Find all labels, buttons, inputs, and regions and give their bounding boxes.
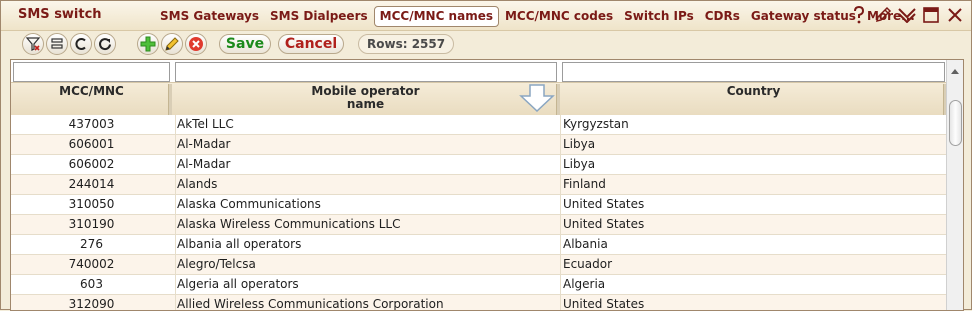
table-row[interactable]: 276 Albania all operators Albania xyxy=(11,235,947,255)
cell-operator: Alaska Wireless Communications LLC xyxy=(175,215,558,234)
cell-operator: Alegro/Telcsa xyxy=(175,255,558,274)
cell-country: Libya xyxy=(560,135,947,154)
edit-tools xyxy=(137,33,207,55)
view-tools xyxy=(22,33,116,55)
filter-row xyxy=(11,60,947,83)
cell-operator: Allied Wireless Communications Corporati… xyxy=(175,295,558,310)
cell-code: 606002 xyxy=(68,157,115,171)
tab-mcc-mnc-names[interactable]: MCC/MNC names xyxy=(373,6,499,27)
vertical-scrollbar[interactable] xyxy=(946,60,963,310)
grid-header: MCC/MNC Mobile operator name Country xyxy=(11,82,947,116)
table-row[interactable]: 603 Algeria all operators Algeria xyxy=(11,275,947,295)
table-row[interactable]: 310190 Alaska Wireless Communications LL… xyxy=(11,215,947,235)
save-button[interactable]: Save xyxy=(219,34,271,54)
cell-country: Libya xyxy=(560,155,947,174)
refresh-c-icon[interactable] xyxy=(70,33,92,55)
cell-code: 437003 xyxy=(68,117,115,131)
cell-country: United States xyxy=(560,195,947,214)
cell-code: 606001 xyxy=(68,137,115,151)
add-icon[interactable] xyxy=(137,33,159,55)
edit-pencil-icon[interactable] xyxy=(873,5,893,25)
columns-icon[interactable] xyxy=(46,33,68,55)
sms-switch-window: SMS switch SMS Gateways SMS Dialpeers MC… xyxy=(0,0,972,311)
cell-operator: Alands xyxy=(175,175,558,194)
tab-cdrs[interactable]: CDRs xyxy=(700,6,745,27)
column-header-mcc-mnc[interactable]: MCC/MNC xyxy=(11,83,172,116)
mcc-mnc-grid: MCC/MNC Mobile operator name Country 437… xyxy=(10,59,964,311)
filter-clear-icon[interactable] xyxy=(22,33,44,55)
cell-code: 276 xyxy=(80,237,103,251)
filter-country-input[interactable] xyxy=(562,62,945,82)
table-row[interactable]: 244014 Alands Finland xyxy=(11,175,947,195)
cell-code: 312090 xyxy=(68,297,115,311)
cell-code: 310190 xyxy=(68,217,115,231)
tab-sms-dialpeers[interactable]: SMS Dialpeers xyxy=(265,6,373,27)
edit-icon[interactable] xyxy=(161,33,183,55)
row-count-badge: Rows: 2557 xyxy=(358,34,455,54)
cell-operator: Alaska Communications xyxy=(175,195,558,214)
sort-down-arrow-icon xyxy=(519,84,555,116)
maximize-icon[interactable] xyxy=(921,5,941,25)
cell-country: Albania xyxy=(560,235,947,254)
window-controls xyxy=(849,5,965,25)
cell-country: United States xyxy=(560,295,947,310)
table-row[interactable]: 740002 Alegro/Telcsa Ecuador xyxy=(11,255,947,275)
table-row[interactable]: 437003 AkTel LLC Kyrgyzstan xyxy=(11,115,947,135)
cancel-button[interactable]: Cancel xyxy=(278,34,344,54)
collapse-chevron-icon[interactable] xyxy=(897,5,917,25)
cell-operator: Al-Madar xyxy=(175,135,558,154)
cell-code: 603 xyxy=(80,277,103,291)
filter-operator-input[interactable] xyxy=(175,62,557,82)
cell-operator: Al-Madar xyxy=(175,155,558,174)
cell-country: Kyrgyzstan xyxy=(560,115,947,134)
cell-country: Algeria xyxy=(560,275,947,294)
filter-mcc-mnc-input[interactable] xyxy=(13,62,170,82)
column-resize-handle[interactable] xyxy=(168,84,172,116)
scroll-up-arrow-icon[interactable] xyxy=(947,63,963,79)
app-title: SMS switch xyxy=(18,7,102,22)
reload-icon[interactable] xyxy=(94,33,116,55)
grid-body: 437003 AkTel LLC Kyrgyzstan 606001 Al-Ma… xyxy=(11,115,947,311)
toolbar: Save Cancel Rows: 2557 xyxy=(1,31,971,57)
cell-code: 310050 xyxy=(68,197,115,211)
column-header-operator[interactable]: Mobile operator name xyxy=(173,83,558,116)
tab-gateway-status[interactable]: Gateway status xyxy=(746,6,861,27)
scrollbar-thumb[interactable] xyxy=(949,100,962,146)
tab-switch-ips[interactable]: Switch IPs xyxy=(619,6,699,27)
cell-code: 740002 xyxy=(68,257,115,271)
delete-icon[interactable] xyxy=(185,33,207,55)
tab-mcc-mnc-codes[interactable]: MCC/MNC codes xyxy=(500,6,618,27)
table-row[interactable]: 606002 Al-Madar Libya xyxy=(11,155,947,175)
cell-country: United States xyxy=(560,215,947,234)
cell-code: 244014 xyxy=(68,177,115,191)
cell-country: Finland xyxy=(560,175,947,194)
tab-bar: SMS Gateways SMS Dialpeers MCC/MNC names… xyxy=(155,6,921,27)
table-row[interactable]: 312090 Allied Wireless Communications Co… xyxy=(11,295,947,311)
cell-operator: AkTel LLC xyxy=(175,115,558,134)
cell-country: Ecuador xyxy=(560,255,947,274)
table-row[interactable]: 310050 Alaska Communications United Stat… xyxy=(11,195,947,215)
cell-operator: Algeria all operators xyxy=(175,275,558,294)
tab-sms-gateways[interactable]: SMS Gateways xyxy=(155,6,264,27)
column-header-country[interactable]: Country xyxy=(560,83,947,116)
cell-operator: Albania all operators xyxy=(175,235,558,254)
help-icon[interactable] xyxy=(849,5,869,25)
close-icon[interactable] xyxy=(945,5,965,25)
table-row[interactable]: 606001 Al-Madar Libya xyxy=(11,135,947,155)
title-bar: SMS switch SMS Gateways SMS Dialpeers MC… xyxy=(1,1,971,31)
